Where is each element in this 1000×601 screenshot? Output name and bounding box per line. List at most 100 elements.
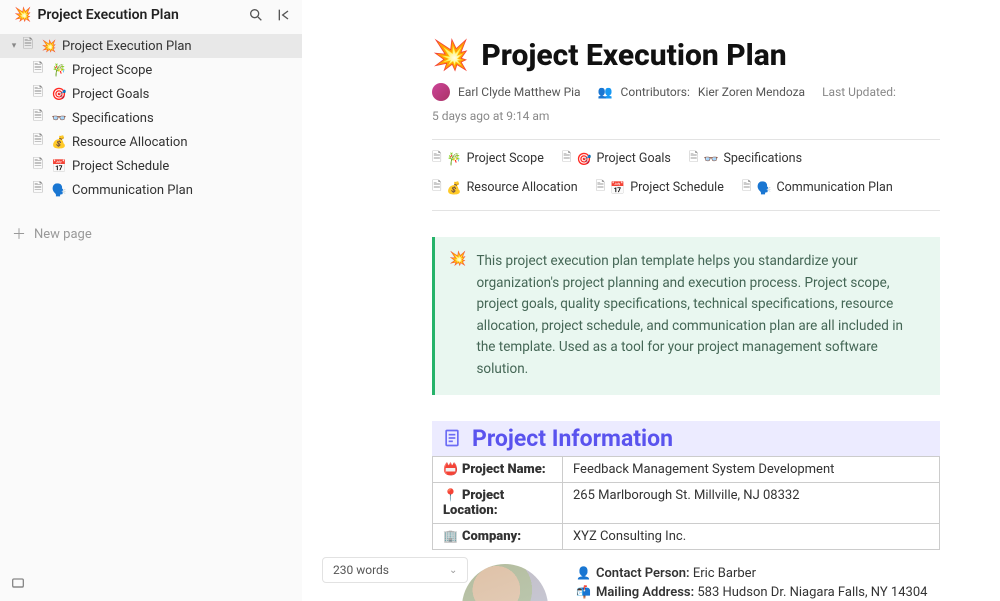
location-key-cell[interactable]: 📍Project Location: [433,482,563,523]
help-icon[interactable] [10,575,26,591]
page-icon: 🗎 [562,148,572,169]
tree-item-emoji: 🗣️ [50,183,68,197]
location-value-cell[interactable]: 265 Marlborough St. Millville, NJ 08332 [563,482,940,523]
last-updated-label: Last Updated: [822,85,896,99]
page-icon: 🗎 [742,177,752,198]
contact-avatar[interactable] [462,564,548,601]
owner-avatar[interactable] [432,83,450,101]
mailing-address-line: 📬 Mailing Address: 583 Hudson Dr. Niagara… [576,583,927,601]
search-icon[interactable] [248,7,264,23]
callout-text: This project execution plan template hel… [476,251,922,381]
company-emoji-icon: 🏢 [443,529,458,543]
tree-item-schedule[interactable]: 🗎 📅 Project Schedule [0,154,302,178]
page-icon: 🗎 [432,148,442,169]
word-count-dropdown[interactable]: 230 words ⌄ [322,557,468,583]
tree-item-scope[interactable]: 🗎 🎋 Project Scope [0,58,302,82]
doc-emoji-icon[interactable]: 💥 [432,38,469,73]
word-count-text: 230 words [333,563,389,577]
company-key: Company: [462,529,521,544]
last-updated-value: 5 days ago at 9:14 am [432,109,549,123]
subpage-scope[interactable]: 🗎 🎋 Project Scope [432,148,544,169]
name-key-cell[interactable]: 📛 Project Name: [433,456,563,482]
page-icon: 🗎 [30,107,46,129]
page-icon: 🗎 [30,59,46,81]
tree-item-label: Specifications [72,111,154,126]
page-icon: 🗎 [30,83,46,105]
tree-item-comm[interactable]: 🗎 🗣️ Communication Plan [0,178,302,202]
subpage-emoji: 📅 [610,181,625,195]
document-icon [442,428,462,448]
contact-block: 👤Contact Person: Eric Barber 📬 Mailing Ad… [432,564,940,601]
subpage-label: Project Goals [596,151,670,166]
page-icon: 🗎 [20,35,36,57]
subpage-goals[interactable]: 🗎 🎯 Project Goals [562,148,671,169]
mailbox-icon: 📬 [576,585,591,599]
callout-emoji-icon: 💥 [449,251,466,381]
title-row: 💥 Project Execution Plan [432,38,940,73]
subpage-emoji: 🎋 [447,152,462,166]
page-icon: 🗎 [30,155,46,177]
meta-row: Earl Clyde Matthew Pia 👥 Contributors: K… [432,83,940,123]
subpage-links: 🗎 🎋 Project Scope 🗎 🎯 Project Goals 🗎 👓 Specif… [432,148,940,198]
tree-item-specs[interactable]: 🗎 👓 Specifications [0,106,302,130]
subpage-resources[interactable]: 🗎 💰 Resource Allocation [432,177,578,198]
sidebar-header: 💥 Project Execution Plan [0,0,302,30]
subpage-label: Specifications [723,151,802,166]
doc-content[interactable]: 💥 Project Execution Plan Earl Clyde Matt… [302,0,1000,601]
subpage-emoji: 👓 [704,152,719,166]
contact-person: Eric Barber [693,566,756,581]
location-emoji-icon: 📍 [443,488,458,502]
name-emoji-icon: 📛 [443,462,458,476]
tree-item-emoji: 👓 [50,111,68,125]
tree-item-label: Project Goals [72,87,149,102]
sidebar: 💥 Project Execution Plan ▾ 🗎 💥 Project E… [0,0,302,601]
subpage-label: Resource Allocation [467,180,578,195]
mailing-address-label: Mailing Address: [596,585,694,600]
name-value-cell[interactable]: Feedback Management System Development [563,456,940,482]
callout-box[interactable]: 💥 This project execution plan template h… [432,237,940,395]
contributors-label: Contributors: [621,85,690,99]
subpage-label: Project Schedule [630,180,724,195]
table-row: 📛 Project Name: Feedback Management Syste… [433,456,940,482]
tree-item-label: Communication Plan [72,183,193,198]
owner-name[interactable]: Earl Clyde Matthew Pia [458,85,581,99]
new-page-label: New page [34,227,92,242]
tree-item-goals[interactable]: 🗎 🎯 Project Goals [0,82,302,106]
table-row: 🏢 Company: XYZ Consulting Inc. [433,523,940,549]
collapse-sidebar-icon[interactable] [276,7,292,23]
contributors-icon: 👥 [598,85,613,99]
contact-lines: 👤Contact Person: Eric Barber 📬 Mailing Ad… [576,564,927,601]
name-key: Project Name: [462,462,546,477]
tree-item-emoji: 🎋 [50,63,68,77]
subpage-schedule[interactable]: 🗎 📅 Project Schedule [596,177,724,198]
page-icon: 🗎 [432,177,442,198]
subpage-comm[interactable]: 🗎🗣️Communication Plan [742,177,893,198]
page-icon: 🗎 [30,179,46,201]
company-value-cell[interactable]: XYZ Consulting Inc. [563,523,940,549]
subpage-label: Project Scope [467,151,544,166]
subpage-specs[interactable]: 🗎👓Specifications [689,148,802,169]
subpage-emoji: 🎯 [577,152,592,166]
tree-item-emoji: 📅 [50,159,68,173]
contact-person-line: 👤Contact Person: Eric Barber [576,564,927,584]
divider [432,139,940,140]
subpage-emoji: 💰 [447,181,462,195]
chevron-down-icon: ⌄ [449,565,457,576]
tree-item-label: Resource Allocation [72,135,188,150]
page-icon: 🗎 [596,177,606,198]
tree-item-resources[interactable]: 🗎 💰 Resource Allocation [0,130,302,154]
contributors-value[interactable]: Kier Zoren Mendoza [698,85,805,99]
tree-item-label: Project Schedule [72,159,169,174]
person-icon: 👤 [576,566,591,580]
mailing-address: 583 Hudson Dr. Niagara Falls, NY 14304 [697,585,927,600]
pin-icon: 💥 [14,7,31,23]
divider [432,210,940,211]
project-info-table: 📛 Project Name: Feedback Management Syste… [432,456,940,550]
company-key-cell[interactable]: 🏢 Company: [433,523,563,549]
tree-item-root[interactable]: ▾ 🗎 💥 Project Execution Plan [0,34,302,58]
doc-title[interactable]: Project Execution Plan [481,38,786,73]
table-row: 📍Project Location: 265 Marlborough St. M… [433,482,940,523]
section-header[interactable]: Project Information [432,421,940,456]
new-page-button[interactable]: ＋ New page [0,220,302,248]
chevron-down-icon[interactable]: ▾ [8,41,20,51]
